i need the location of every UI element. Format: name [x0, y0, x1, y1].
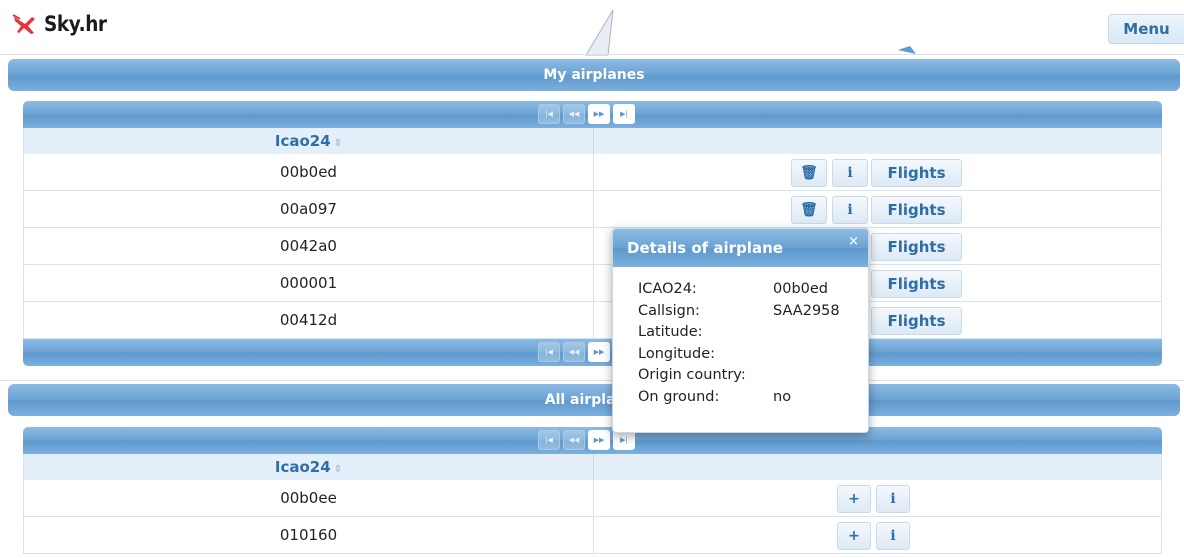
add-button[interactable]: + [837, 485, 871, 513]
column-header-row: Icao24 ⇳ [23, 454, 1162, 480]
top-pager: |◀ ◀◀ ▶▶ ▶| [23, 101, 1162, 128]
table-row: 00b0ee + i [23, 480, 1162, 517]
first-page-button[interactable]: |◀ [538, 342, 560, 362]
detail-label: Latitude: [638, 324, 703, 340]
plus-icon: + [848, 491, 860, 507]
icao24-column-header[interactable]: Icao24 ⇳ [24, 454, 594, 480]
icao24-cell: 00b0ed [24, 154, 594, 190]
plus-icon: + [848, 528, 860, 544]
detail-value: SAA2958 [773, 302, 840, 319]
last-page-button[interactable]: ▶| [613, 104, 635, 124]
all-airplanes-title: All airplanes [8, 384, 1180, 416]
sort-icon: ⇳ [333, 138, 343, 149]
info-icon: i [890, 491, 896, 507]
delete-button[interactable]: 🗑 [791, 196, 827, 224]
logo-text: Sky.hr [44, 12, 107, 36]
detail-row: Latitude: [638, 322, 868, 344]
flights-button[interactable]: Flights [871, 307, 962, 335]
my-airplanes-grid: |◀ ◀◀ ▶▶ ▶| Icao24⇳ 00b0ed 🗑 i Flights [23, 101, 1162, 366]
table-row: 0042a0 Flights [23, 228, 1162, 265]
all-airplanes-section: All airplanes |◀ ◀◀ ▶▶ ▶| Icao24 ⇳ 00b0ee… [0, 380, 1184, 558]
dialog-title: Details of airplane [627, 239, 783, 257]
next-page-button[interactable]: ▶▶ [588, 342, 610, 362]
info-button[interactable]: i [832, 159, 868, 187]
next-page-button[interactable]: ▶▶ [588, 104, 610, 124]
detail-row: On ground: no [638, 387, 868, 409]
menu-button[interactable]: Menu [1108, 14, 1184, 44]
flights-button[interactable]: Flights [871, 159, 962, 187]
first-page-button[interactable]: |◀ [538, 104, 560, 124]
info-button[interactable]: i [832, 196, 868, 224]
my-airplanes-section: My airplanes |◀ ◀◀ ▶▶ ▶| Icao24 ⇳ 00b0ed … [0, 54, 1184, 380]
background-plane-graphic [585, 10, 916, 56]
info-icon: i [847, 202, 853, 218]
icao24-cell: 00b0ee [24, 480, 594, 516]
detail-label: ICAO24: [638, 281, 697, 297]
trash-icon: 🗑 [800, 165, 818, 181]
detail-row: ICAO24: 00b0ed [638, 279, 868, 301]
info-icon: i [890, 528, 896, 544]
dialog-body: ICAO24: 00b0ed Callsign: SAA2958 Latitude:… [613, 267, 868, 408]
bottom-pager: |◀ ◀◀ ▶▶ ▶| [23, 339, 1162, 366]
top-pager: |◀ ◀◀ ▶▶ ▶| [23, 427, 1162, 454]
trash-icon: 🗑 [800, 202, 818, 218]
column-header-row: Icao24 ⇳ [23, 128, 1162, 154]
table-row: 000001 Flights [23, 265, 1162, 302]
dialog-title-bar: Details of airplane × [613, 229, 868, 267]
detail-label: Origin country: [638, 367, 746, 383]
sort-icon: ⇳ [333, 464, 343, 475]
flights-button[interactable]: Flights [871, 196, 962, 224]
detail-label: Longitude: [638, 345, 716, 362]
detail-row: Longitude: [638, 344, 868, 366]
my-airplanes-title: My airplanes [8, 59, 1180, 91]
info-icon: i [847, 165, 853, 181]
next-page-button[interactable]: ▶▶ [588, 430, 610, 450]
detail-value: 00b0ed [773, 281, 829, 297]
logo[interactable]: Sky.hr [12, 12, 115, 36]
first-page-button[interactable]: |◀ [538, 430, 560, 450]
detail-row: Callsign: SAA2958 [638, 301, 868, 323]
icao24-header-label: Icao24 [274, 458, 331, 476]
icao24-cell: 0042a0 [24, 228, 594, 264]
airplane-logo-icon [12, 14, 35, 34]
icao24-header-label: Icao24 [274, 132, 331, 150]
table-row: 00a097 🗑 i Flights [23, 191, 1162, 228]
airplane-details-dialog: Details of airplane × ICAO24: 00b0ed Call… [612, 228, 869, 433]
close-icon[interactable]: × [848, 229, 859, 261]
icao24-column-header[interactable]: Icao24 ⇳ [24, 128, 594, 154]
detail-row: Origin country: [638, 365, 868, 387]
info-button[interactable]: i [876, 485, 910, 513]
flights-button[interactable]: Flights [871, 233, 962, 261]
icao24-cell: 00412d [24, 302, 594, 338]
prev-page-button[interactable]: ◀◀ [563, 430, 585, 450]
detail-label: Callsign: [638, 302, 700, 319]
table-row: 010160 + i [23, 517, 1162, 554]
all-airplanes-grid: |◀ ◀◀ ▶▶ ▶| Icao24 ⇳ 00b0ee + i 010160 +… [23, 427, 1162, 554]
detail-value: no [773, 388, 792, 405]
flights-button[interactable]: Flights [871, 270, 962, 298]
table-row: 00412d Flights [23, 302, 1162, 339]
table-row: 00b0ed 🗑 i Flights [23, 154, 1162, 191]
add-button[interactable]: + [837, 522, 871, 550]
icao24-cell: 00a097 [24, 191, 594, 227]
delete-button[interactable]: 🗑 [791, 159, 827, 187]
info-button[interactable]: i [876, 522, 910, 550]
icao24-cell: 010160 [24, 517, 594, 553]
last-page-button[interactable]: ▶| [613, 430, 635, 450]
prev-page-button[interactable]: ◀◀ [563, 342, 585, 362]
detail-label: On ground: [638, 388, 720, 405]
prev-page-button[interactable]: ◀◀ [563, 104, 585, 124]
icao24-cell: 000001 [24, 265, 594, 301]
